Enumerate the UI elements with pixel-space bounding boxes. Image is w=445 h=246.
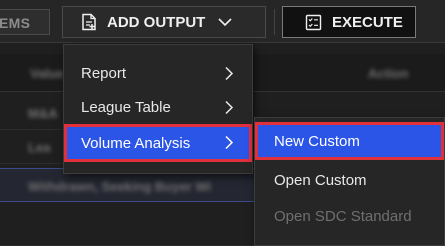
- checklist-icon: [305, 14, 322, 30]
- column-header-action: Action: [368, 66, 409, 81]
- table-cell: Lea: [28, 140, 51, 155]
- menu-item-label: Volume Analysis: [81, 134, 191, 152]
- table-cell: Withdrawn, Seeking Buyer Wi: [28, 179, 212, 194]
- add-document-icon: [82, 13, 96, 31]
- chevron-right-icon: [225, 135, 234, 150]
- add-output-button[interactable]: ADD OUTPUT: [62, 6, 266, 38]
- toolbar-divider: [274, 9, 275, 35]
- items-tab[interactable]: EMS: [0, 9, 50, 35]
- menu-item-label: Open SDC Standard: [274, 207, 412, 225]
- menu-item-report[interactable]: Report: [64, 56, 252, 90]
- menu-item-new-custom[interactable]: New Custom: [255, 122, 444, 160]
- volume-analysis-submenu: New Custom Open Custom Open SDC Standard: [254, 117, 445, 246]
- column-header-value: Value: [30, 66, 64, 81]
- add-output-label: ADD OUTPUT: [107, 13, 206, 31]
- menu-item-label: Open Custom: [274, 171, 367, 189]
- chevron-right-icon: [225, 66, 234, 81]
- menu-item-open-custom[interactable]: Open Custom: [255, 162, 444, 198]
- menu-item-label: New Custom: [274, 132, 360, 150]
- chevron-right-icon: [225, 100, 234, 115]
- menu-item-league-table[interactable]: League Table: [64, 90, 252, 124]
- execute-label: EXECUTE: [332, 13, 403, 31]
- execute-button[interactable]: EXECUTE: [282, 6, 416, 38]
- menu-item-label: Report: [81, 64, 127, 82]
- add-output-menu: Report League Table Volume Analysis: [63, 44, 253, 174]
- menu-item-label: League Table: [81, 98, 171, 116]
- table-cell: M&A: [28, 106, 58, 121]
- toolbar: EMS ADD OUTPUT EXECUTE: [0, 0, 445, 43]
- menu-item-volume-analysis[interactable]: Volume Analysis: [64, 124, 252, 162]
- chevron-down-icon: [218, 18, 232, 27]
- menu-item-open-sdc-standard: Open SDC Standard: [255, 198, 444, 234]
